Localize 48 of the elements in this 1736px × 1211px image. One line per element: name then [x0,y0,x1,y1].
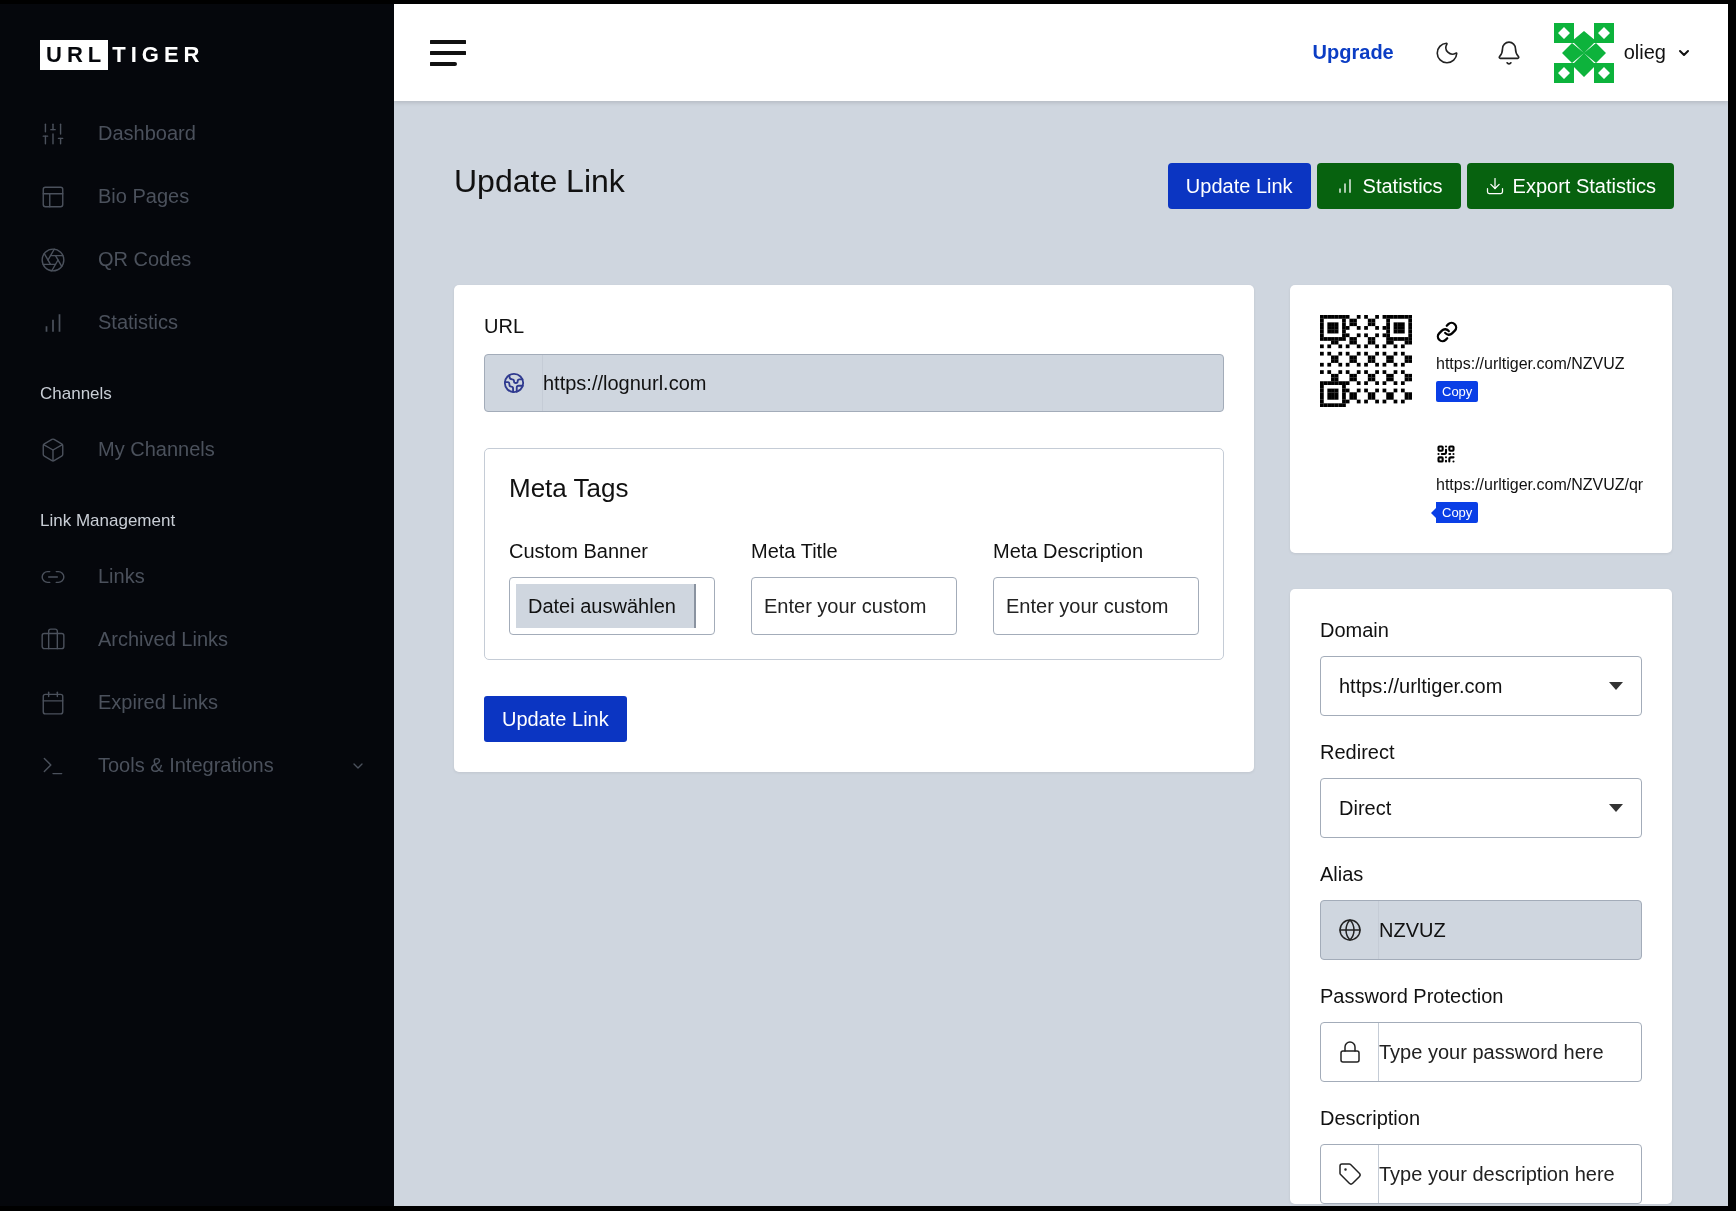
field-label: Password Protection [1320,985,1505,1008]
field-label: Alias [1320,863,1365,886]
download-icon [1484,176,1505,196]
file-input[interactable]: Datei auswählen [509,577,715,635]
statistics-button[interactable]: Statistics [1316,163,1461,209]
upgrade-link[interactable]: Upgrade [1312,41,1394,64]
field-label: URL [484,315,525,338]
input-field[interactable]: Type your password here [1320,1022,1642,1082]
text-input[interactable]: Enter your custom [994,578,1198,634]
update-link-button[interactable]: Update Link [1167,163,1311,209]
alias-field[interactable]: NZVUZ [1320,900,1642,960]
section-title: Meta Tags [509,473,630,504]
section-heading: Channels [40,384,113,404]
select-field[interactable]: Direct [1320,778,1642,838]
copy-button[interactable]: Copy [1436,381,1479,402]
tag-icon [1337,1162,1362,1186]
alias-input[interactable]: NZVUZ [1379,901,1641,959]
field-label: Meta Description [993,540,1145,563]
field-label: Meta Title [751,540,839,563]
caret-icon [1609,804,1623,812]
short-url: https://urltiger.com/NZVUZ/qr [1436,476,1644,494]
logo: URL TIGER [40,40,394,70]
aperture-icon [40,246,66,273]
select-field[interactable]: https://urltiger.com [1320,656,1642,716]
export-button[interactable]: Export Statistics [1466,163,1674,209]
field-label: Domain [1320,619,1390,642]
section-heading: Link Management [40,511,177,531]
short-url: https://urltiger.com/NZVUZ [1436,355,1625,373]
globe-icon [1337,918,1362,942]
user-menu[interactable]: olieg [1553,22,1692,83]
field-label: Redirect [1320,741,1396,764]
update-link-button[interactable]: Update Link [484,696,627,742]
lock-icon [1337,1040,1362,1064]
page-title: Update Link [454,162,625,200]
globe-icon [502,372,525,394]
input-field[interactable]: Type your description here [1320,1144,1642,1204]
copy-button[interactable]: Copy [1431,502,1479,523]
cube-icon [40,436,66,463]
field-label: Description [1320,1107,1422,1130]
text-input[interactable]: Enter your custom [752,578,956,634]
calendar-icon [40,689,66,716]
qr-code-icon [1436,444,1456,464]
password-input[interactable]: Type your password here [1379,1023,1641,1081]
identicon-avatar [1553,22,1614,83]
field-label: Custom Banner [509,540,649,563]
link-icon [1436,321,1458,343]
caret-icon [1609,682,1623,690]
description-input[interactable]: Type your description here [1379,1145,1641,1203]
